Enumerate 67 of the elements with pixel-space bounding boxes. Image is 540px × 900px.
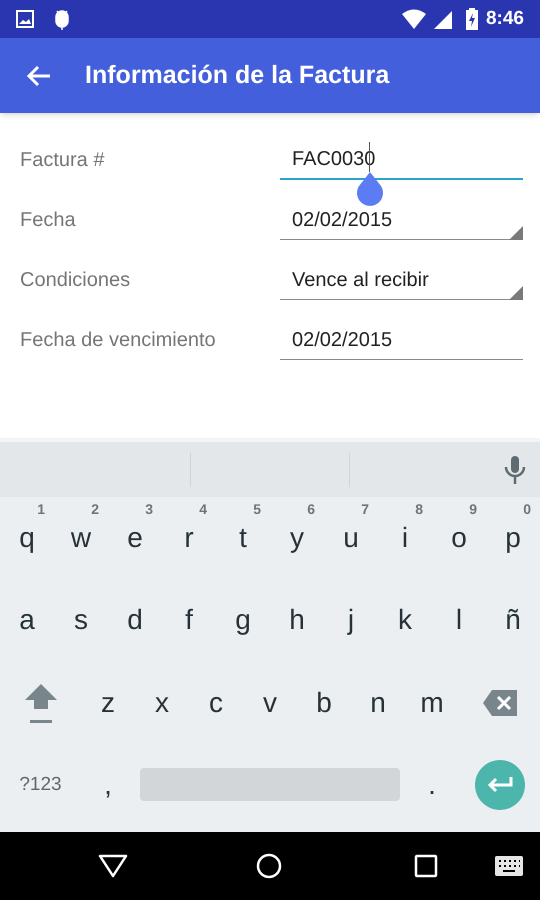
key[interactable]: l (432, 579, 486, 662)
text-field[interactable]: 02/02/2015 (280, 320, 523, 360)
key[interactable]: f (162, 579, 216, 662)
key-hint: 2 (91, 500, 99, 519)
back-arrow-icon (27, 64, 51, 86)
key[interactable]: h (270, 579, 324, 662)
key-hint: 4 (199, 500, 207, 519)
key[interactable]: z (81, 662, 135, 744)
key-hint: 9 (469, 500, 477, 519)
field-label: Fecha de vencimiento (20, 328, 217, 353)
key[interactable]: x (135, 662, 189, 744)
triangle-back-icon (98, 854, 128, 878)
key[interactable]: e 3 (108, 497, 162, 580)
field-label: Factura # (20, 148, 106, 173)
key[interactable]: r 4 (162, 497, 216, 580)
symbols-key[interactable]: ?123 (0, 744, 81, 826)
key[interactable]: o 9 (432, 497, 486, 580)
key[interactable]: b (297, 662, 351, 744)
key[interactable]: . (405, 744, 459, 826)
status-time: 8:46 (486, 6, 524, 31)
key[interactable]: a (0, 579, 54, 662)
key-hint: 3 (145, 500, 153, 519)
cursor-handle[interactable] (355, 172, 385, 206)
key-hint: 1 (37, 500, 45, 519)
back-nav-button[interactable] (96, 854, 130, 878)
key-hint: 8 (415, 500, 423, 519)
key-hint: 7 (361, 500, 369, 519)
key[interactable]: n (351, 662, 405, 744)
key[interactable]: v (243, 662, 297, 744)
key[interactable]: k (378, 579, 432, 662)
keyboard-switch-button[interactable] (495, 856, 523, 876)
dropdown-corner-icon (509, 286, 523, 300)
key[interactable]: y 6 (270, 497, 324, 580)
square-recents-icon (414, 854, 438, 878)
microphone-button[interactable] (504, 454, 526, 484)
key-hint: 6 (307, 500, 315, 519)
key[interactable]: q 1 (0, 497, 54, 580)
picture-icon (16, 10, 34, 28)
key[interactable]: m (405, 662, 459, 744)
shift-icon (24, 682, 58, 724)
key[interactable]: s (54, 579, 108, 662)
key-hint: 0 (523, 500, 531, 519)
signal-icon (434, 9, 454, 29)
field-label: Fecha (20, 208, 77, 233)
keyboard-icon (495, 856, 523, 876)
dropdown-corner-icon (509, 226, 523, 240)
backspace-icon (482, 690, 516, 716)
home-circle-icon (256, 853, 282, 879)
key-hint: 5 (253, 500, 261, 519)
key[interactable]: c (189, 662, 243, 744)
key[interactable]: p 0 (486, 497, 540, 580)
enter-icon (486, 776, 512, 793)
wifi-icon (402, 9, 426, 29)
key[interactable]: u 7 (324, 497, 378, 580)
key[interactable]: t 5 (216, 497, 270, 580)
key[interactable]: i 8 (378, 497, 432, 580)
key[interactable]: ñ (486, 579, 540, 662)
battery-charging-icon (466, 8, 478, 30)
key[interactable]: j (324, 579, 378, 662)
key[interactable]: g (216, 579, 270, 662)
microphone-icon (504, 454, 526, 484)
field-label: Condiciones (20, 268, 132, 293)
key[interactable]: w 2 (54, 497, 108, 580)
android-icon (54, 8, 70, 30)
key[interactable]: , (81, 744, 135, 826)
key[interactable]: d (108, 579, 162, 662)
screen-title: Información de la Factura (85, 60, 390, 91)
